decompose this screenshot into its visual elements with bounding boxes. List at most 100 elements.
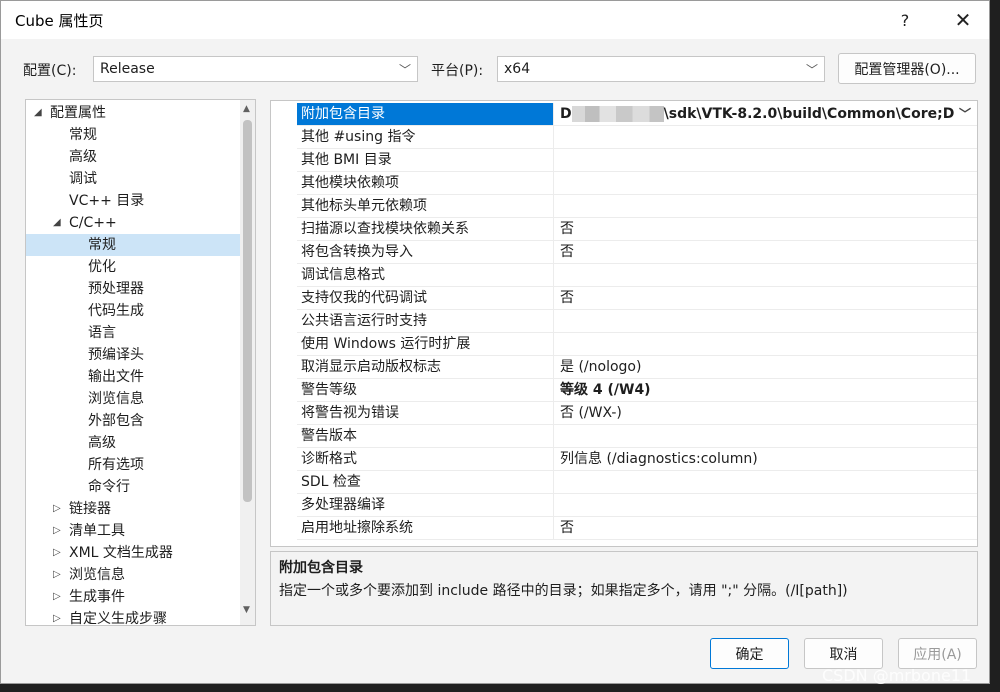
property-value[interactable]: 是 (/nologo) <box>556 356 975 378</box>
property-row[interactable]: 其他 BMI 目录 <box>297 149 977 172</box>
property-row[interactable]: 其他模块依赖项 <box>297 172 977 195</box>
property-row[interactable]: 其他 #using 指令 <box>297 126 977 149</box>
tree-item-label: 链接器 <box>69 501 111 517</box>
property-name: SDL 检查 <box>297 471 554 493</box>
apply-button[interactable]: 应用(A) <box>898 638 977 669</box>
tree-item[interactable]: ▷ XML 文档生成器 <box>26 542 240 564</box>
tree-item[interactable]: 常规 <box>26 124 240 146</box>
chevron-down-icon[interactable]: ﹀ <box>959 103 971 125</box>
expand-arrow-icon[interactable]: ▷ <box>53 542 61 564</box>
collapse-arrow-icon[interactable]: ◢ <box>34 102 42 124</box>
property-pages-dialog: Cube 属性页 ? ✕ 配置(C): Release ﹀ 平台(P): x64… <box>0 0 990 684</box>
tree-item[interactable]: 优化 <box>26 256 240 278</box>
property-name: 附加包含目录 <box>297 103 554 125</box>
property-value[interactable] <box>556 310 975 332</box>
expand-arrow-icon[interactable]: ▷ <box>53 520 61 542</box>
tree-item[interactable]: VC++ 目录 <box>26 190 240 212</box>
property-name: 将包含转换为导入 <box>297 241 554 263</box>
collapse-arrow-icon[interactable]: ◢ <box>53 212 61 234</box>
scroll-up-icon[interactable]: ▲ <box>243 104 250 114</box>
property-row[interactable]: 附加包含目录 D \sdk\VTK-8.2.0\build\Common\Core;… <box>297 103 977 126</box>
tree-item[interactable]: 常规 <box>26 234 240 256</box>
close-button[interactable]: ✕ <box>943 5 983 35</box>
tree-item[interactable]: ◢ 配置属性 <box>26 102 240 124</box>
property-name: 其他 BMI 目录 <box>297 149 554 171</box>
property-row[interactable]: 诊断格式 列信息 (/diagnostics:column) <box>297 448 977 471</box>
tree-item[interactable]: 输出文件 <box>26 366 240 388</box>
property-value[interactable] <box>556 195 975 217</box>
property-value[interactable] <box>556 333 975 355</box>
tree-item[interactable]: ▷ 清单工具 <box>26 520 240 542</box>
help-button[interactable]: ? <box>885 5 925 35</box>
tree-item[interactable]: ◢ C/C++ <box>26 212 240 234</box>
tree-item-label: XML 文档生成器 <box>69 545 173 561</box>
expand-arrow-icon[interactable]: ▷ <box>53 586 61 608</box>
property-value[interactable]: 否 <box>556 287 975 309</box>
config-dropdown[interactable]: Release ﹀ <box>93 56 418 82</box>
property-value[interactable] <box>556 494 975 516</box>
property-value[interactable] <box>556 149 975 171</box>
property-value[interactable] <box>556 264 975 286</box>
ok-button[interactable]: 确定 <box>710 638 789 669</box>
property-name: 其他模块依赖项 <box>297 172 554 194</box>
platform-dropdown[interactable]: x64 ﹀ <box>497 56 825 82</box>
expand-arrow-icon[interactable]: ▷ <box>53 608 61 625</box>
property-row[interactable]: 将包含转换为导入否 <box>297 241 977 264</box>
property-value[interactable] <box>556 172 975 194</box>
tree-item-label: 常规 <box>69 127 97 143</box>
tree-item[interactable]: 预编译头 <box>26 344 240 366</box>
property-value[interactable] <box>556 425 975 447</box>
scroll-down-icon[interactable]: ▼ <box>243 605 250 615</box>
property-row[interactable]: SDL 检查 <box>297 471 977 494</box>
property-value[interactable]: 列信息 (/diagnostics:column) <box>556 448 975 470</box>
tree-item[interactable]: 调试 <box>26 168 240 190</box>
tree-item[interactable]: 外部包含 <box>26 410 240 432</box>
config-manager-button[interactable]: 配置管理器(O)... <box>838 53 976 84</box>
property-row[interactable]: 调试信息格式 <box>297 264 977 287</box>
property-value[interactable]: 否 <box>556 241 975 263</box>
property-row[interactable]: 取消显示启动版权标志是 (/nologo) <box>297 356 977 379</box>
tree-item[interactable]: 浏览信息 <box>26 388 240 410</box>
tree-item[interactable]: 语言 <box>26 322 240 344</box>
property-row[interactable]: 公共语言运行时支持 <box>297 310 977 333</box>
tree-item[interactable]: ▷ 浏览信息 <box>26 564 240 586</box>
tree-item[interactable]: 所有选项 <box>26 454 240 476</box>
tree-item[interactable]: 高级 <box>26 432 240 454</box>
scroll-thumb[interactable] <box>243 120 252 502</box>
tree-scrollbar[interactable]: ▲ ▼ <box>240 100 255 625</box>
property-row[interactable]: 启用地址擦除系统否 <box>297 517 977 540</box>
property-row[interactable]: 支持仅我的代码调试否 <box>297 287 977 310</box>
tree-item[interactable]: 代码生成 <box>26 300 240 322</box>
tree-items: ◢ 配置属性 常规 高级 调试 VC++ 目录 ◢ C/C++ 常规 优化 预处理器 代码生成 语言 预编… <box>26 100 240 625</box>
tree-item[interactable]: 高级 <box>26 146 240 168</box>
tree-item-label: 调试 <box>69 171 97 187</box>
property-value[interactable]: 否 <box>556 218 975 240</box>
property-name: 启用地址擦除系统 <box>297 517 554 539</box>
tree-item[interactable]: 预处理器 <box>26 278 240 300</box>
cancel-button[interactable]: 取消 <box>804 638 883 669</box>
property-value[interactable]: 等级 4 (/W4) <box>556 379 975 401</box>
property-row[interactable]: 其他标头单元依赖项 <box>297 195 977 218</box>
property-name: 多处理器编译 <box>297 494 554 516</box>
property-row[interactable]: 扫描源以查找模块依赖关系否 <box>297 218 977 241</box>
expand-arrow-icon[interactable]: ▷ <box>53 498 61 520</box>
chevron-down-icon: ﹀ <box>398 63 411 77</box>
property-row[interactable]: 警告等级 等级 4 (/W4) <box>297 379 977 402</box>
tree-item-label: 代码生成 <box>88 303 144 319</box>
property-value[interactable] <box>556 126 975 148</box>
expand-arrow-icon[interactable]: ▷ <box>53 564 61 586</box>
property-row[interactable]: 使用 Windows 运行时扩展 <box>297 333 977 356</box>
tree-item[interactable]: ▷ 链接器 <box>26 498 240 520</box>
tree-item[interactable]: 命令行 <box>26 476 240 498</box>
property-value[interactable]: 否 (/WX-) <box>556 402 975 424</box>
property-row[interactable]: 多处理器编译 <box>297 494 977 517</box>
property-value[interactable] <box>556 471 975 493</box>
property-value-text: \sdk\VTK-8.2.0\build\Common\Core;D <box>663 106 955 122</box>
property-row[interactable]: 警告版本 <box>297 425 977 448</box>
tree-item[interactable]: ▷ 生成事件 <box>26 586 240 608</box>
description-title: 附加包含目录 <box>279 560 363 576</box>
property-value[interactable]: D \sdk\VTK-8.2.0\build\Common\Core;D ﹀ <box>556 103 975 125</box>
property-row[interactable]: 将警告视为错误否 (/WX-) <box>297 402 977 425</box>
tree-item[interactable]: ▷ 自定义生成步骤 <box>26 608 240 625</box>
property-value[interactable]: 否 <box>556 517 975 539</box>
